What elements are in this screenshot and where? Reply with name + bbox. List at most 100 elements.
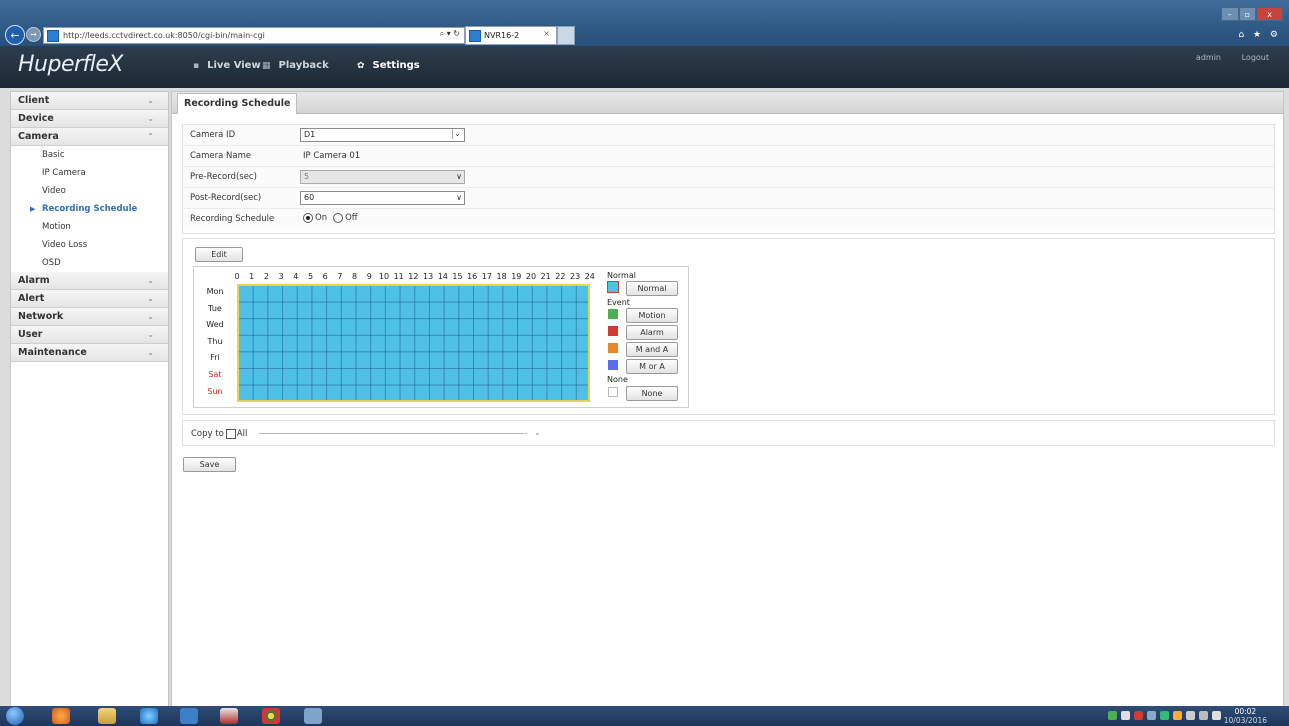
tab-recording-schedule[interactable]: Recording Schedule [177, 93, 298, 114]
none-button[interactable]: None [626, 386, 678, 401]
schedule-off-radio[interactable] [333, 213, 344, 223]
m-and-a-button[interactable]: M and A [626, 342, 678, 357]
sidebar-section-label: Maintenance [18, 347, 87, 358]
chrome-icon[interactable] [262, 708, 280, 724]
chevron-down-icon[interactable]: ⌄ [534, 428, 541, 437]
search-refresh-icon[interactable]: ⌕ ▾ ↻ [440, 29, 460, 39]
clock[interactable]: 00:02 10/03/2016 [1224, 707, 1267, 725]
sidebar-section-alert[interactable]: Alert ⌄ [11, 290, 168, 308]
schedule-panel: 0 1 2 3 4 5 6 7 8 9 10 11 12 13 14 15 16 17 18 19 20 21 22 23 24… [193, 266, 689, 408]
address-bar[interactable]: http://leeds.cctvdirect.co.uk:8050/cgi-b… [43, 27, 465, 44]
schedule-off-label: Off [345, 213, 358, 223]
speaker-icon[interactable] [1212, 711, 1221, 720]
maximize-button[interactable]: ▫ [1238, 7, 1257, 21]
day-label: Sun [207, 386, 223, 396]
hour-label: 11 [393, 272, 404, 281]
sidebar-section-maintenance[interactable]: Maintenance ⌄ [11, 344, 168, 362]
network-icon[interactable] [1199, 711, 1208, 720]
tab-title: NVR16-2 [484, 31, 520, 40]
tray-icon[interactable] [1121, 711, 1130, 720]
tray-icon[interactable] [1147, 711, 1156, 720]
sidebar-section-label: Client [18, 95, 50, 106]
alarm-button[interactable]: Alarm [626, 325, 678, 340]
m-or-a-button[interactable]: M or A [626, 359, 678, 374]
copy-all-checkbox[interactable] [225, 429, 236, 439]
browser-tab[interactable]: NVR16-2 × [465, 26, 557, 45]
day-label: Mon [206, 287, 224, 296]
recording-schedule-row: Recording Schedule On Off [183, 209, 1274, 229]
sidebar-item-motion[interactable]: Motion [11, 218, 168, 236]
nav-live-view[interactable]: ▪ Live View [193, 60, 261, 71]
edit-button[interactable]: Edit [195, 247, 243, 262]
close-icon[interactable]: × [543, 29, 550, 38]
clock-time: 00:02 [1234, 707, 1257, 716]
schedule-on-radio[interactable] [303, 213, 313, 223]
motion-button[interactable]: Motion [626, 308, 678, 323]
day-label: Thu [207, 336, 223, 346]
sidebar-item-video[interactable]: Video [11, 182, 168, 200]
sidebar-item-recording-schedule[interactable]: ▶ Recording Schedule [11, 200, 168, 218]
day-label: Wed [206, 320, 224, 330]
sidebar-section-alarm[interactable]: Alarm ⌄ [11, 272, 168, 290]
hour-label: 15 [452, 272, 463, 281]
tray-icon[interactable] [1173, 711, 1182, 720]
tab-strip: Recording Schedule [172, 92, 1283, 114]
normal-button[interactable]: Normal [626, 281, 678, 296]
sidebar-section-camera[interactable]: Camera ⌃ [11, 128, 168, 146]
sidebar-section-device[interactable]: Device ⌄ [11, 110, 168, 128]
flag-icon[interactable] [1186, 711, 1195, 720]
minimize-button[interactable]: – [1221, 7, 1239, 21]
hour-label: 20 [525, 272, 537, 281]
new-tab-button[interactable] [557, 26, 575, 45]
document-icon[interactable] [304, 708, 322, 724]
forward-button[interactable]: → [26, 27, 41, 42]
post-record-select[interactable]: 60 ∨ [300, 191, 465, 205]
tray-icon[interactable] [1108, 711, 1117, 720]
sidebar-section-network[interactable]: Network ⌄ [11, 308, 168, 326]
logo: HuperfleX [18, 52, 124, 77]
sidebar-section-label: Camera [18, 131, 59, 142]
tray-icon[interactable] [1160, 711, 1169, 720]
site-favicon-icon [47, 29, 59, 42]
hour-label: 8 [352, 272, 358, 281]
tray-icon[interactable] [1134, 711, 1143, 720]
back-button[interactable]: ← [5, 25, 25, 45]
home-favorites-tools-icon[interactable]: ⌂ ★ ⚙ [1238, 30, 1281, 40]
nav-playback[interactable]: ▦ Playback [262, 60, 329, 71]
chevron-down-icon: ⌄ [147, 294, 154, 303]
app-icon[interactable] [220, 708, 238, 724]
hour-label: 10 [378, 272, 390, 281]
schedule-grid[interactable] [237, 284, 590, 402]
copy-to-camera-select[interactable] [259, 433, 527, 434]
internet-explorer-icon[interactable] [140, 708, 158, 724]
recording-schedule-radio-group: On Off [303, 213, 364, 223]
legend-normal-title: Normal [607, 271, 636, 280]
pre-record-select[interactable]: 5 ∨ [300, 170, 465, 184]
firefox-icon[interactable] [52, 708, 70, 724]
nav-live-view-label: Live View [207, 60, 261, 71]
sidebar-item-ip-camera[interactable]: IP Camera [11, 164, 168, 182]
app-header: HuperfleX ▪ Live View ▦ Playback ✿ Setti… [0, 46, 1289, 88]
folder-icon[interactable] [98, 708, 116, 724]
user-name: admin [1195, 53, 1221, 62]
nav-settings[interactable]: ✿ Settings [357, 60, 420, 71]
sidebar-item-basic[interactable]: Basic [11, 146, 168, 164]
chevron-up-icon: ⌃ [147, 132, 154, 141]
camera-id-select[interactable]: D1 ⌄ [300, 128, 465, 142]
camera-name-label: Camera Name [190, 151, 252, 161]
logout-link[interactable]: Logout [1242, 53, 1269, 62]
sidebar-section-label: Alarm [18, 275, 50, 286]
m-or-a-swatch [608, 360, 618, 370]
media-player-icon[interactable] [180, 708, 198, 724]
sidebar-item-osd[interactable]: OSD [11, 254, 168, 272]
start-button[interactable] [6, 707, 24, 725]
hour-label: 16 [467, 272, 478, 281]
sidebar-section-client[interactable]: Client ⌄ [11, 92, 168, 110]
window-close-button[interactable]: x [1256, 7, 1284, 21]
post-record-row: Post-Record(sec) 60 ∨ [183, 188, 1274, 209]
copy-all-label: All [236, 429, 248, 439]
hour-label: 22 [555, 272, 566, 281]
save-button[interactable]: Save [183, 457, 236, 472]
sidebar-section-user[interactable]: User ⌄ [11, 326, 168, 344]
sidebar-item-video-loss[interactable]: Video Loss [11, 236, 168, 254]
